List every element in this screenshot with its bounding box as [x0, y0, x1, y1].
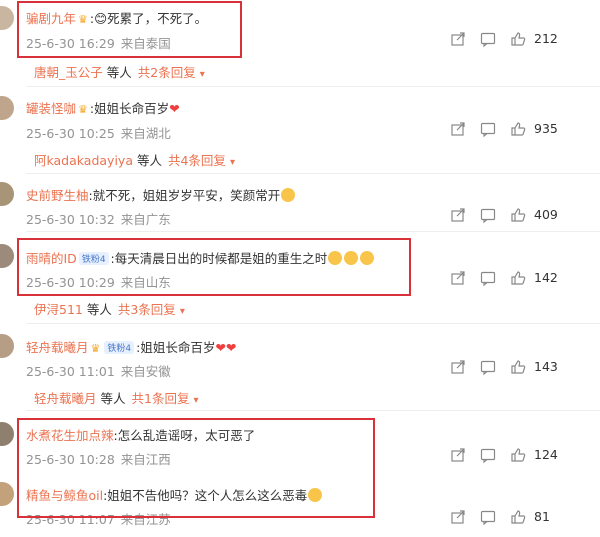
like-count: 935 [534, 121, 558, 136]
reply-count[interactable]: 共3条回复 [118, 302, 176, 317]
comment-actions: 143 [450, 359, 590, 379]
like-icon[interactable] [510, 31, 526, 51]
comment-line: 轻舟载曦月 ♛ 铁粉4:姐姐长命百岁❤❤ [26, 337, 236, 356]
highlight-box [17, 418, 375, 518]
comment-date: 25-6-30 10:32 [26, 212, 115, 227]
reply-username[interactable]: 轻舟载曦月 [34, 391, 97, 406]
comment-actions: 142 [450, 270, 590, 290]
comment-icon[interactable] [480, 207, 496, 227]
reply-connector: 等人 [100, 391, 126, 406]
avatar[interactable] [0, 482, 14, 506]
like-count: 212 [534, 31, 558, 46]
divider [26, 231, 600, 232]
emoji-icon [281, 188, 296, 202]
comment-actions: 935 [450, 121, 590, 141]
comment-location: 来自广东 [120, 212, 171, 227]
share-icon[interactable] [450, 31, 466, 51]
comment-actions: 212 [450, 31, 590, 51]
like-icon[interactable] [510, 121, 526, 141]
like-icon[interactable] [510, 447, 526, 467]
reply-connector: 等人 [86, 302, 112, 317]
share-icon[interactable] [450, 359, 466, 379]
share-icon[interactable] [450, 270, 466, 290]
divider [26, 173, 600, 174]
reply-count[interactable]: 共1条回复 [132, 391, 190, 406]
comment-date: 25-6-30 11:01 [26, 364, 115, 379]
like-count: 81 [534, 509, 550, 524]
share-icon[interactable] [450, 509, 466, 529]
avatar[interactable] [0, 96, 14, 120]
comment-icon[interactable] [480, 509, 496, 529]
chevron-down-icon: ▾ [199, 69, 205, 80]
reply-summary[interactable]: 阿kadakadayiya 等人 共4条回复 ▾ [34, 150, 235, 169]
comment-text: :姐姐长命百岁 [136, 340, 216, 355]
comment-text: :姐姐长命百岁 [89, 101, 170, 116]
comment-username[interactable]: 史前野生柚 [26, 188, 89, 203]
crown-icon: ♛ [90, 342, 101, 355]
highlight-box [17, 238, 411, 296]
reply-count[interactable]: 共2条回复 [138, 65, 196, 80]
comment-date: 25-6-30 10:25 [26, 126, 115, 141]
reply-summary[interactable]: 伊浔511 等人 共3条回复 ▾ [34, 299, 185, 318]
like-icon[interactable] [510, 270, 526, 290]
comment-icon[interactable] [480, 31, 496, 51]
reply-count[interactable]: 共4条回复 [168, 153, 226, 168]
like-icon[interactable] [510, 207, 526, 227]
reply-username[interactable]: 伊浔511 [34, 302, 83, 317]
comment-location: 来自安徽 [120, 364, 171, 379]
avatar[interactable] [0, 334, 14, 358]
reply-summary[interactable]: 唐朝_玉公子 等人 共2条回复 ▾ [34, 62, 205, 81]
chevron-down-icon: ▾ [179, 306, 185, 317]
avatar[interactable] [0, 182, 14, 206]
comment-actions: 124 [450, 447, 590, 467]
like-icon[interactable] [510, 359, 526, 379]
reply-connector: 等人 [106, 65, 132, 80]
comment-icon[interactable] [480, 447, 496, 467]
highlight-box [17, 1, 242, 58]
share-icon[interactable] [450, 121, 466, 141]
comment-meta: 25-6-30 10:25 来自湖北 [26, 123, 171, 142]
divider [26, 410, 600, 411]
reply-username[interactable]: 阿kadakadayiya [34, 153, 133, 168]
chevron-down-icon: ▾ [229, 157, 235, 168]
reply-username[interactable]: 唐朝_玉公子 [34, 65, 103, 80]
chevron-down-icon: ▾ [193, 395, 199, 406]
comment-meta: 25-6-30 10:32 来自广东 [26, 209, 171, 228]
like-count: 409 [534, 207, 558, 222]
comment-line: 史前野生柚:就不死，姐姐岁岁平安，笑颜常开 [26, 185, 296, 204]
reply-connector: 等人 [136, 153, 162, 168]
like-icon[interactable] [510, 509, 526, 529]
divider [26, 323, 600, 324]
avatar[interactable] [0, 422, 14, 446]
comment-meta: 25-6-30 11:01 来自安徽 [26, 361, 171, 380]
fan-badge: 铁粉4 [104, 341, 135, 354]
comment-line: 罐装怪咖 ♛:姐姐长命百岁❤ [26, 98, 180, 117]
comment-icon[interactable] [480, 270, 496, 290]
like-count: 143 [534, 359, 558, 374]
share-icon[interactable] [450, 207, 466, 227]
heart-icon: ❤ [169, 101, 180, 116]
comment-text: :就不死，姐姐岁岁平安，笑颜常开 [88, 188, 281, 203]
comment-actions: 81 [450, 509, 590, 529]
reply-summary[interactable]: 轻舟载曦月 等人 共1条回复 ▾ [34, 388, 199, 407]
avatar[interactable] [0, 6, 14, 30]
like-count: 124 [534, 447, 558, 462]
comment-location: 来自湖北 [120, 126, 171, 141]
heart-icon: ❤❤ [215, 340, 237, 355]
divider [26, 86, 600, 87]
comment-actions: 409 [450, 207, 590, 227]
like-count: 142 [534, 270, 558, 285]
comment-icon[interactable] [480, 121, 496, 141]
comment-icon[interactable] [480, 359, 496, 379]
comment-username[interactable]: 罐装怪咖 [26, 101, 76, 116]
comment-username[interactable]: 轻舟载曦月 [26, 340, 89, 355]
crown-icon: ♛ [78, 103, 88, 116]
share-icon[interactable] [450, 447, 466, 467]
avatar[interactable] [0, 244, 14, 268]
